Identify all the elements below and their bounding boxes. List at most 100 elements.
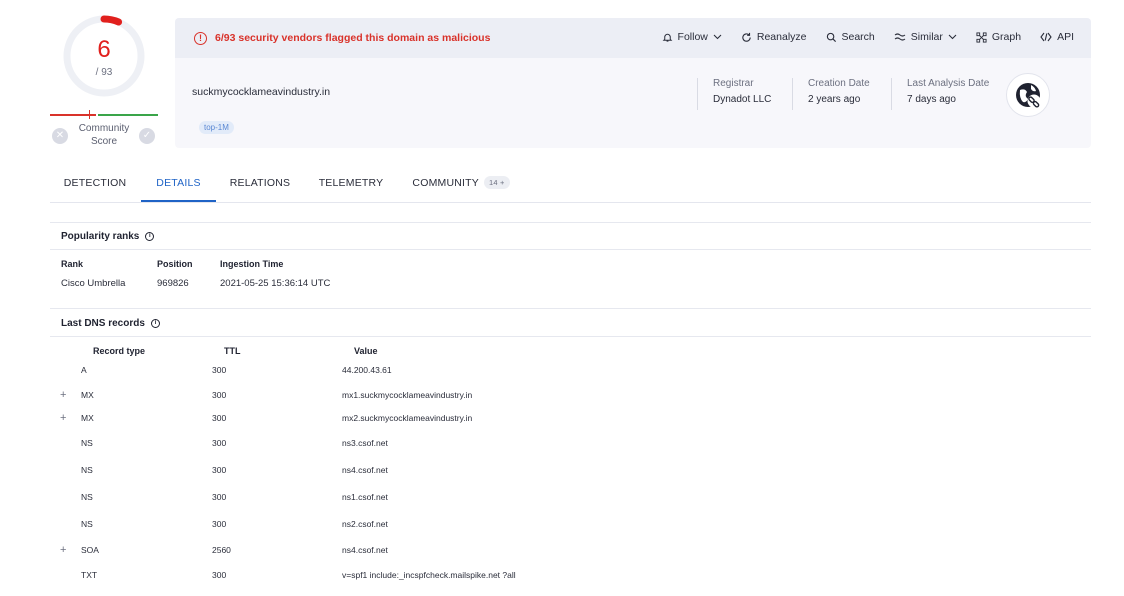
- dns-record-type: SOA: [81, 545, 99, 555]
- vote-harmless-button[interactable]: ✓: [139, 128, 155, 144]
- dns-record-type: TXT: [81, 570, 98, 580]
- similar-label: Similar: [910, 31, 943, 43]
- info-icon[interactable]: i: [150, 319, 160, 328]
- bell-icon: [662, 33, 672, 42]
- dns-record-ttl: 300: [212, 365, 227, 375]
- expand-record-button[interactable]: +: [60, 413, 66, 424]
- popularity-ranks-title-text: Popularity ranks: [61, 231, 140, 242]
- last-analysis-value: 7 days ago: [907, 94, 956, 105]
- community-score-label: Community Score: [72, 122, 136, 148]
- chevron-down-icon: [948, 34, 957, 40]
- section-divider: [50, 222, 1091, 223]
- vote-malicious-button[interactable]: ✕: [52, 128, 68, 144]
- follow-label: Follow: [677, 31, 708, 43]
- domain-tag[interactable]: top-1M: [199, 121, 234, 134]
- community-score-label-line2: Score: [90, 136, 118, 147]
- dns-record-type: MX: [81, 390, 94, 400]
- dns-record-value: ns3.csof.net: [342, 438, 388, 448]
- dns-record-ttl: 300: [212, 519, 227, 529]
- column-header-record-type: Record type: [93, 346, 146, 356]
- search-button[interactable]: Search: [826, 31, 875, 43]
- tab-details[interactable]: DETAILS: [141, 168, 216, 202]
- community-vote-bar: [50, 110, 158, 119]
- close-icon: ✕: [55, 130, 65, 141]
- check-icon: ✓: [142, 130, 152, 141]
- registrar-label: Registrar: [713, 78, 754, 89]
- globe-link-icon: [1016, 83, 1041, 108]
- alert-text: 6/93 security vendors flagged this domai…: [215, 32, 491, 44]
- info-icon[interactable]: i: [145, 232, 155, 241]
- detection-total: / 93: [95, 67, 113, 78]
- tab-detection[interactable]: DETECTION: [50, 168, 140, 202]
- tab-telemetry[interactable]: TELEMETRY: [312, 168, 390, 202]
- reanalyze-label: Reanalyze: [756, 31, 807, 43]
- alert-circle-icon: !: [194, 31, 207, 45]
- dns-record-value: ns4.csof.net: [342, 465, 388, 475]
- section-divider: [50, 249, 1091, 250]
- rank-position: 969826: [157, 278, 189, 289]
- creation-date-label: Creation Date: [808, 78, 870, 89]
- section-divider: [50, 308, 1091, 309]
- tab-relations[interactable]: RELATIONS: [219, 168, 301, 202]
- similar-icon: [894, 33, 906, 41]
- detection-score-widget: 6 / 93 ✕ Community Score ✓: [48, 14, 160, 154]
- column-header-ingestion-time: Ingestion Time: [220, 259, 284, 269]
- detection-count: 6: [97, 36, 111, 63]
- dns-record-type: A: [81, 365, 87, 375]
- domain-globe-icon: [1006, 73, 1050, 117]
- dns-record-type: NS: [81, 519, 93, 529]
- rank-ingestion-time: 2021-05-25 15:36:14 UTC: [220, 278, 331, 289]
- graph-button[interactable]: Graph: [976, 31, 1021, 43]
- dns-record-type: MX: [81, 413, 94, 423]
- tab-community-label: COMMUNITY: [412, 177, 479, 189]
- dns-record-value: ns1.csof.net: [342, 492, 388, 502]
- expand-record-button[interactable]: +: [60, 545, 66, 556]
- column-header-rank: Rank: [61, 259, 84, 269]
- reanalyze-button[interactable]: Reanalyze: [741, 31, 807, 43]
- column-header-position: Position: [157, 259, 193, 269]
- dns-record-ttl: 300: [212, 413, 227, 423]
- dns-record-value: ns4.csof.net: [342, 545, 388, 555]
- creation-date-value: 2 years ago: [808, 94, 861, 105]
- dns-record-ttl: 300: [212, 390, 227, 400]
- domain-header-card: ! 6/93 security vendors flagged this dom…: [175, 18, 1091, 148]
- section-divider: [50, 336, 1091, 337]
- search-label: Search: [841, 31, 875, 43]
- registrar-info: Registrar Dynadot LLC: [697, 78, 771, 110]
- chevron-down-icon: [713, 34, 722, 40]
- registrar-value: Dynadot LLC: [713, 94, 772, 105]
- dns-record-ttl: 300: [212, 570, 227, 580]
- api-button[interactable]: API: [1040, 31, 1074, 43]
- details-tabs: DETECTION DETAILS RELATIONS TELEMETRY CO…: [50, 168, 1091, 203]
- header-toolbar: ! 6/93 security vendors flagged this dom…: [175, 18, 1091, 58]
- popularity-ranks-title: Popularity ranks i: [61, 231, 155, 242]
- malicious-alert: ! 6/93 security vendors flagged this dom…: [194, 31, 490, 45]
- last-analysis-info: Last Analysis Date 7 days ago: [891, 78, 989, 110]
- api-label: API: [1057, 31, 1074, 43]
- community-score-label-line1: Community: [78, 123, 130, 134]
- dns-records-title-text: Last DNS records: [61, 318, 145, 329]
- tab-community[interactable]: COMMUNITY 14 +: [406, 168, 516, 202]
- similar-button[interactable]: Similar: [894, 31, 957, 43]
- domain-name: suckmycocklameavindustry.in: [192, 86, 331, 98]
- vote-bar-marker: [89, 110, 90, 119]
- last-analysis-label: Last Analysis Date: [907, 78, 990, 89]
- graph-label: Graph: [991, 31, 1022, 43]
- dns-record-value: 44.200.43.61: [342, 365, 392, 375]
- rank-provider: Cisco Umbrella: [61, 278, 126, 289]
- dns-record-value: ns2.csof.net: [342, 519, 388, 529]
- dns-record-value: mx2.suckmycocklameavindustry.in: [342, 413, 473, 423]
- refresh-icon: [742, 32, 751, 42]
- community-count-badge: 14 +: [483, 176, 510, 189]
- dns-record-type: NS: [81, 492, 93, 502]
- dns-record-ttl: 300: [212, 438, 227, 448]
- dns-record-value: mx1.suckmycocklameavindustry.in: [342, 390, 473, 400]
- column-header-ttl: TTL: [224, 346, 241, 356]
- follow-button[interactable]: Follow: [662, 31, 722, 43]
- dns-record-value: v=spf1 include:_incspfcheck.mailspike.ne…: [342, 570, 516, 580]
- search-icon: [826, 32, 836, 42]
- code-icon: [1040, 32, 1052, 42]
- dns-record-ttl: 300: [212, 492, 227, 502]
- expand-record-button[interactable]: +: [60, 390, 66, 401]
- dns-record-type: NS: [81, 438, 93, 448]
